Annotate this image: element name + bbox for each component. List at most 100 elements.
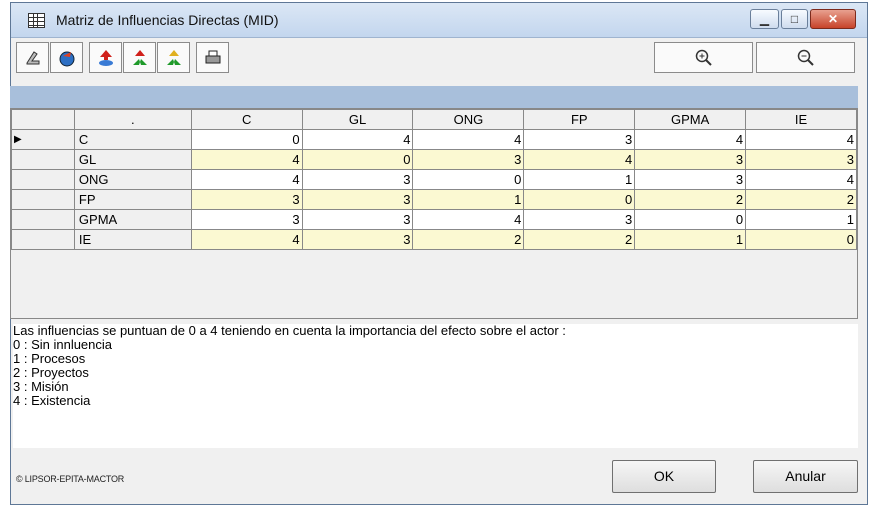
column-header[interactable]: FP: [523, 109, 636, 130]
red-arrow-up-icon: [98, 49, 113, 66]
column-header[interactable]: GPMA: [634, 109, 747, 130]
table-icon: [28, 13, 45, 28]
recycle-button[interactable]: [123, 42, 156, 73]
row-header: C: [73, 129, 192, 150]
matrix-cell[interactable]: 4: [745, 169, 857, 190]
matrix-cell[interactable]: 2: [412, 229, 525, 250]
copy-button[interactable]: [50, 42, 83, 73]
hand-pointer-icon: [26, 50, 39, 64]
table-row[interactable]: GPMA 3 3 4 3 0 1: [11, 209, 857, 230]
cancel-button[interactable]: Anular: [753, 460, 858, 493]
column-header[interactable]: ONG: [412, 109, 525, 130]
upload-button[interactable]: [89, 42, 122, 73]
column-header[interactable]: C: [190, 109, 303, 130]
printer-icon: [205, 50, 220, 63]
zoom-in-button[interactable]: [654, 42, 753, 73]
matrix-cell[interactable]: 4: [190, 169, 303, 190]
description-panel: Las influencias se puntuan de 0 a 4 teni…: [13, 324, 858, 448]
description-intro: Las influencias se puntuan de 0 a 4 teni…: [13, 323, 566, 338]
matrix-cell[interactable]: 2: [745, 189, 857, 210]
matrix-cell[interactable]: 1: [745, 209, 857, 230]
matrix-cell[interactable]: 2: [634, 189, 747, 210]
row-selector[interactable]: [11, 169, 75, 190]
row-selector[interactable]: [11, 149, 75, 170]
matrix-cell[interactable]: 4: [634, 129, 747, 150]
level-item: 3 : Misión: [13, 379, 69, 394]
level-item: 1 : Procesos: [13, 351, 86, 366]
table-row[interactable]: ONG 4 3 0 1 3 4: [11, 169, 857, 190]
row-selector[interactable]: ▶: [11, 129, 75, 150]
matrix-cell[interactable]: 0: [412, 169, 525, 190]
matrix-cell[interactable]: 0: [634, 209, 747, 230]
matrix-cell[interactable]: 4: [190, 229, 303, 250]
matrix-cell[interactable]: 4: [190, 149, 303, 170]
row-selector[interactable]: [11, 229, 75, 250]
matrix-cell[interactable]: 3: [412, 149, 525, 170]
matrix-cell[interactable]: 1: [523, 169, 636, 190]
close-icon: ✕: [827, 12, 839, 26]
level-item: 0 : Sin innluencia: [13, 337, 113, 352]
matrix-cell[interactable]: 0: [190, 129, 303, 150]
window-title: Matriz de Influencias Directas (MID): [56, 12, 279, 28]
ok-button[interactable]: OK: [612, 460, 716, 493]
column-header[interactable]: GL: [301, 109, 414, 130]
green-recycle-icon: [132, 49, 147, 65]
matrix-cell[interactable]: 3: [301, 229, 414, 250]
maximize-button[interactable]: □: [781, 9, 808, 29]
row-header: GL: [73, 149, 192, 170]
row-indicator-icon: ▶: [14, 134, 22, 145]
title-bar[interactable]: Matriz de Influencias Directas (MID) ▁ □…: [11, 3, 867, 38]
yellow-recycle-icon: [166, 49, 181, 65]
globe-arrow-icon: [59, 51, 74, 66]
row-header: FP: [73, 189, 192, 210]
table-row[interactable]: ▶ C 0 4 4 3 4 4: [11, 129, 857, 150]
matrix-cell[interactable]: 0: [745, 229, 857, 250]
row-selector[interactable]: [11, 209, 75, 230]
exchange-button[interactable]: [157, 42, 190, 73]
toolbar: [11, 38, 867, 78]
table-row[interactable]: GL 4 0 3 4 3 3: [11, 149, 857, 170]
minimize-button[interactable]: ▁: [750, 9, 779, 29]
zoom-in-icon: [695, 49, 712, 66]
matrix-cell[interactable]: 4: [523, 149, 636, 170]
matrix-cell[interactable]: 2: [523, 229, 636, 250]
copyright-label: © LIPSOR-EPITA-MACTOR: [16, 474, 125, 484]
zoom-out-icon: [797, 49, 814, 66]
row-header: GPMA: [73, 209, 192, 230]
matrix-cell[interactable]: 3: [301, 169, 414, 190]
influence-matrix: . C GL ONG FP GPMA IE ▶ C 0 4 4 3 4 4 GL…: [10, 108, 858, 319]
matrix-table: . C GL ONG FP GPMA IE ▶ C 0 4 4 3 4 4 GL…: [11, 109, 857, 250]
matrix-cell[interactable]: 4: [301, 129, 414, 150]
print-button[interactable]: [196, 42, 229, 73]
row-selector[interactable]: [11, 189, 75, 210]
maximize-icon: □: [790, 12, 799, 26]
matrix-cell[interactable]: 3: [523, 209, 636, 230]
matrix-cell[interactable]: 4: [412, 129, 525, 150]
level-item: 2 : Proyectos: [13, 365, 89, 380]
matrix-cell[interactable]: 1: [412, 189, 525, 210]
column-header[interactable]: IE: [745, 109, 857, 130]
matrix-cell[interactable]: 3: [301, 189, 414, 210]
row-header: IE: [73, 229, 192, 250]
matrix-cell[interactable]: 3: [745, 149, 857, 170]
table-row[interactable]: FP 3 3 1 0 2 2: [11, 189, 857, 210]
matrix-cell[interactable]: 3: [523, 129, 636, 150]
matrix-cell[interactable]: 3: [634, 169, 747, 190]
matrix-cell[interactable]: 4: [412, 209, 525, 230]
close-button[interactable]: ✕: [810, 9, 856, 29]
matrix-cell[interactable]: 0: [301, 149, 414, 170]
matrix-cell[interactable]: 1: [634, 229, 747, 250]
table-row[interactable]: IE 4 3 2 2 1 0: [11, 229, 857, 250]
grid-caption-band: [10, 86, 858, 108]
row-header: ONG: [73, 169, 192, 190]
level-item: 4 : Existencia: [13, 393, 91, 408]
matrix-cell[interactable]: 3: [634, 149, 747, 170]
zoom-out-button[interactable]: [756, 42, 855, 73]
matrix-cell[interactable]: 3: [190, 209, 303, 230]
matrix-cell[interactable]: 3: [190, 189, 303, 210]
matrix-cell[interactable]: 4: [745, 129, 857, 150]
print-preview-button[interactable]: [16, 42, 49, 73]
header-row: . C GL ONG FP GPMA IE: [11, 109, 857, 130]
matrix-cell[interactable]: 3: [301, 209, 414, 230]
matrix-cell[interactable]: 0: [523, 189, 636, 210]
